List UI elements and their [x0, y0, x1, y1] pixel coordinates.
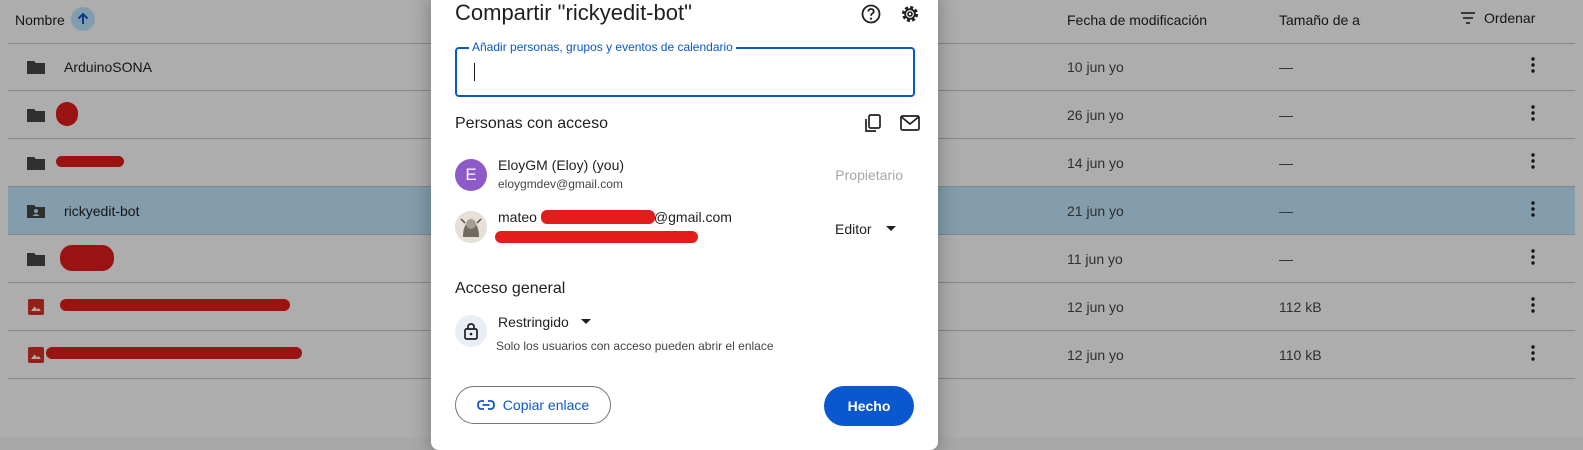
copy-link-button[interactable]: Copiar enlace — [455, 386, 611, 424]
access-level-dropdown[interactable]: Restringido — [498, 314, 591, 330]
role-label: Editor — [835, 221, 872, 237]
person-name-prefix: mateo — [498, 209, 537, 225]
help-icon[interactable] — [860, 3, 882, 25]
lock-icon — [455, 315, 487, 347]
avatar: E — [455, 159, 487, 191]
people-with-access-heading: Personas con acceso — [455, 115, 608, 132]
copy-link-label: Copiar enlace — [502, 397, 590, 413]
redaction-mark — [495, 231, 698, 243]
chevron-down-icon — [580, 319, 591, 324]
done-button[interactable]: Hecho — [824, 386, 914, 426]
chevron-down-icon — [885, 226, 896, 231]
redaction-mark — [541, 210, 655, 224]
person-email: eloygmdev@gmail.com — [498, 177, 623, 191]
gear-icon[interactable] — [899, 3, 921, 25]
person-name-suffix: @gmail.com — [653, 209, 732, 225]
person-row-editor: mateo @gmail.com Editor — [455, 209, 915, 255]
dialog-title: Compartir "rickyedit-bot" — [455, 0, 692, 25]
copy-emails-icon[interactable] — [863, 113, 883, 133]
text-cursor — [474, 63, 475, 81]
add-people-label: Añadir personas, grupos y eventos de cal… — [469, 40, 736, 54]
link-icon — [476, 400, 495, 410]
avatar — [455, 211, 487, 243]
access-description: Solo los usuarios con acceso pueden abri… — [496, 339, 774, 353]
general-access-heading: Acceso general — [455, 280, 566, 297]
email-icon[interactable] — [899, 113, 921, 133]
access-level-label: Restringido — [498, 314, 569, 330]
role-dropdown[interactable]: Editor — [835, 221, 896, 237]
add-people-input[interactable] — [471, 60, 895, 86]
person-row-owner: E EloyGM (Eloy) (you) eloygmdev@gmail.co… — [455, 157, 915, 203]
person-name: EloyGM (Eloy) (you) — [498, 157, 625, 173]
share-dialog: Compartir "rickyedit-bot" Añadir persona… — [431, 0, 938, 450]
owner-role-label: Propietario — [835, 167, 903, 183]
